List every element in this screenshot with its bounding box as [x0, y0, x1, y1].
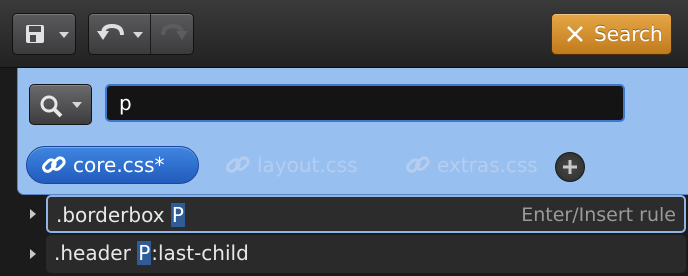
tab-layout-css[interactable]: layout.css — [211, 146, 358, 184]
tab-label: core.css* — [73, 153, 165, 177]
selector-text: .header P:last-child — [54, 241, 249, 265]
disclosure-triangle-icon[interactable] — [30, 209, 36, 219]
selector-prefix: .header — [54, 241, 138, 265]
tab-label: layout.css — [257, 153, 358, 177]
tab-label: extras.css — [437, 153, 538, 177]
link-icon — [42, 156, 66, 173]
search-panel: core.css* layout.css extras.css — [17, 68, 688, 195]
magnifier-icon — [40, 95, 63, 118]
save-button[interactable] — [12, 13, 76, 55]
match-highlight: P — [170, 203, 185, 227]
match-highlight: P — [137, 241, 152, 265]
history-group — [88, 13, 194, 55]
tab-core-css[interactable]: core.css* — [26, 146, 199, 184]
close-icon — [567, 26, 583, 42]
link-icon — [226, 156, 250, 173]
chevron-down-icon — [59, 32, 69, 38]
insert-rule-hint: Enter/Insert rule — [521, 204, 676, 226]
search-scope-button[interactable] — [29, 84, 92, 125]
redo-button[interactable] — [151, 14, 193, 54]
list-item[interactable]: .borderbox P Enter/Insert rule — [0, 195, 688, 233]
list-item[interactable]: .header P:last-child — [0, 235, 688, 273]
redo-icon — [161, 23, 188, 40]
add-icon — [563, 160, 577, 174]
link-icon — [406, 156, 430, 173]
selector-prefix: .borderbox — [56, 203, 171, 227]
save-icon — [26, 25, 44, 43]
chevron-down-icon — [72, 102, 82, 108]
undo-icon — [97, 23, 124, 40]
selector-suffix: :last-child — [151, 241, 249, 265]
add-stylesheet-button[interactable] — [555, 152, 585, 182]
chevron-down-icon — [133, 32, 143, 38]
toolbar: Search — [0, 0, 688, 68]
search-button-label: Search — [594, 22, 663, 46]
result-row-body[interactable]: .header P:last-child — [46, 235, 686, 273]
search-input[interactable] — [105, 84, 625, 122]
selector-text: .borderbox P — [56, 203, 185, 227]
results-list: .borderbox P Enter/Insert rule .header P… — [0, 195, 688, 276]
result-row-body[interactable]: .borderbox P Enter/Insert rule — [46, 195, 686, 233]
search-button[interactable]: Search — [551, 13, 672, 55]
undo-button[interactable] — [89, 14, 151, 54]
tab-extras-css[interactable]: extras.css — [391, 146, 538, 184]
disclosure-triangle-icon[interactable] — [30, 249, 36, 259]
